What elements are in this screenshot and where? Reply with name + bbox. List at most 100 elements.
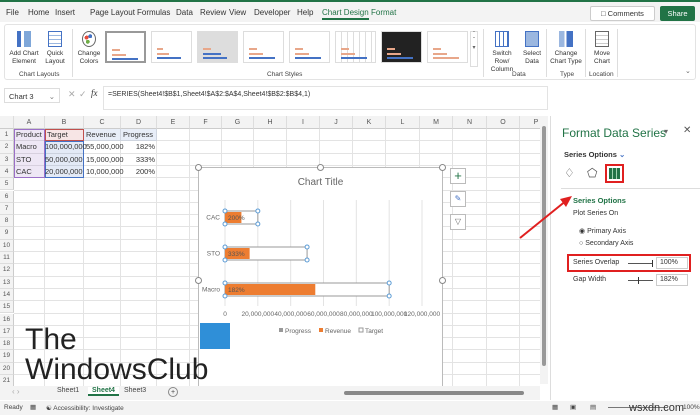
resize-handle[interactable] [317, 164, 324, 171]
table-cell[interactable]: 10,000,000 [86, 166, 124, 178]
pane-options-chevron-icon[interactable]: ▾ [664, 127, 668, 136]
column-header-b[interactable]: B [45, 116, 84, 129]
column-header-f[interactable]: F [190, 116, 222, 129]
effects-pentagon-icon[interactable]: ⬠ [587, 166, 597, 180]
cancel-icon[interactable]: ✕ [68, 89, 76, 100]
row-header-18[interactable]: 18 [0, 338, 14, 351]
move-chart-button[interactable]: Move Chart [588, 31, 616, 66]
tab-nav-arrows[interactable]: ‹ › [12, 387, 20, 396]
column-header-o[interactable]: O [487, 116, 520, 129]
row-header-3[interactable]: 3 [0, 153, 14, 166]
tab-sheet4[interactable]: Sheet4 [88, 387, 119, 396]
name-box[interactable]: Chart 3 ⌄ [4, 88, 60, 103]
chart-style-4[interactable] [243, 31, 284, 63]
row-header-20[interactable]: 20 [0, 362, 14, 375]
column-header-m[interactable]: M [420, 116, 453, 129]
chart-style-3[interactable] [197, 31, 238, 63]
series-overlap-input[interactable]: 100% [656, 257, 688, 269]
row-header-7[interactable]: 7 [0, 202, 14, 216]
series-options-icon[interactable] [605, 164, 624, 183]
add-chart-element-button[interactable]: Add Chart Element [8, 31, 40, 66]
chart-style-5[interactable] [289, 31, 330, 63]
menu-page-layout[interactable]: Page Layout [90, 8, 135, 17]
page-break-view-icon[interactable]: ▤ [590, 403, 596, 411]
resize-handle[interactable] [195, 277, 202, 284]
select-all-corner[interactable] [0, 116, 14, 129]
table-cell[interactable]: Macro [16, 141, 37, 153]
chart-elements-plus-icon[interactable]: + [450, 168, 466, 184]
menu-review[interactable]: Review [200, 8, 226, 17]
accessibility-status[interactable]: ☯ Accessibility: Investigate [46, 404, 124, 412]
table-cell[interactable]: STO [16, 154, 31, 166]
series-overlap-slider[interactable] [628, 260, 653, 267]
table-cell[interactable]: 100,000,000 [45, 141, 87, 153]
tab-sheet3[interactable]: Sheet3 [124, 387, 146, 394]
series-options-dropdown[interactable]: Series Options ⌄ [564, 150, 625, 159]
chart-style-8[interactable] [427, 31, 468, 63]
row-header-11[interactable]: 11 [0, 252, 14, 265]
select-data-button[interactable]: Select Data [521, 31, 543, 66]
menu-data[interactable]: Data [176, 8, 193, 17]
resize-handle[interactable] [195, 164, 202, 171]
function-icon[interactable]: fx [91, 88, 98, 98]
row-header-5[interactable]: 5 [0, 178, 14, 191]
chart-styles-brush-icon[interactable]: ✎ [450, 191, 466, 207]
menu-insert[interactable]: Insert [55, 8, 75, 17]
column-label[interactable]: Progress [123, 129, 153, 141]
column-header-a[interactable]: A [14, 116, 45, 129]
column-header-g[interactable]: G [222, 116, 254, 129]
column-header-n[interactable]: N [453, 116, 487, 129]
close-icon[interactable]: ✕ [683, 125, 691, 136]
row-header-14[interactable]: 14 [0, 288, 14, 302]
row-header-4[interactable]: 4 [0, 165, 14, 179]
table-cell[interactable]: 182% [121, 141, 155, 153]
tab-sheet1[interactable]: Sheet1 [57, 387, 79, 394]
zoom-level[interactable]: 100% [683, 404, 700, 411]
menu-view[interactable]: View [229, 8, 246, 17]
comments-button[interactable]: □ Comments [590, 6, 655, 21]
gap-width-input[interactable]: 182% [656, 274, 688, 286]
chart-style-7[interactable] [381, 31, 422, 63]
enter-icon[interactable]: ✓ [79, 89, 87, 100]
table-cell[interactable]: 15,000,000 [86, 154, 124, 166]
chart-style-2[interactable] [151, 31, 192, 63]
chart[interactable]: Chart Title 0 20,000,000 40,000,000 60,000,… [195, 164, 446, 392]
table-cell[interactable]: CAC [16, 166, 32, 178]
column-header-j[interactable]: J [320, 116, 353, 129]
menu-home[interactable]: Home [28, 8, 49, 17]
menu-help[interactable]: Help [297, 8, 313, 17]
column-header-d[interactable]: D [121, 116, 157, 129]
gallery-scroll[interactable]: ˆ ˇ ▾ [470, 31, 478, 67]
column-header-h[interactable]: H [254, 116, 287, 129]
row-header-9[interactable]: 9 [0, 227, 14, 240]
macro-record-icon[interactable]: ▦ [30, 403, 36, 411]
row-header-1[interactable]: 1 [0, 129, 14, 142]
column-label[interactable]: Product [16, 129, 42, 141]
scroll-thumb[interactable] [542, 126, 546, 366]
page-layout-view-icon[interactable]: ▣ [570, 403, 576, 411]
chart-style-1[interactable] [105, 31, 146, 63]
column-header-p[interactable]: P [520, 116, 540, 129]
row-header-12[interactable]: 12 [0, 264, 14, 277]
menu-developer[interactable]: Developer [254, 8, 290, 17]
change-colors-button[interactable]: Change Colors [75, 31, 103, 66]
row-header-16[interactable]: 16 [0, 313, 14, 326]
menu-file[interactable]: File [6, 8, 19, 17]
row-header-17[interactable]: 17 [0, 325, 14, 339]
chart-style-6[interactable] [335, 31, 376, 63]
resize-handle[interactable] [439, 164, 446, 171]
formula-input[interactable]: =SERIES(Sheet4!$B$1,Sheet4!$A$2:$A$4,She… [103, 86, 548, 110]
table-cell[interactable]: 200% [121, 166, 155, 178]
row-header-10[interactable]: 10 [0, 239, 14, 252]
column-label[interactable]: Revenue [86, 129, 116, 141]
row-header-15[interactable]: 15 [0, 301, 14, 314]
row-header-21[interactable]: 21 [0, 375, 14, 386]
share-button[interactable]: Share [660, 6, 695, 21]
table-cell[interactable]: 50,000,000 [45, 154, 83, 166]
row-header-6[interactable]: 6 [0, 190, 14, 203]
menu-formulas[interactable]: Formulas [137, 8, 170, 17]
table-cell[interactable]: 20,000,000 [45, 166, 83, 178]
change-chart-type-button[interactable]: Change Chart Type [549, 31, 583, 66]
vertical-scrollbar[interactable] [540, 116, 548, 384]
primary-axis-radio[interactable]: ◉ Primary Axis [579, 227, 626, 235]
